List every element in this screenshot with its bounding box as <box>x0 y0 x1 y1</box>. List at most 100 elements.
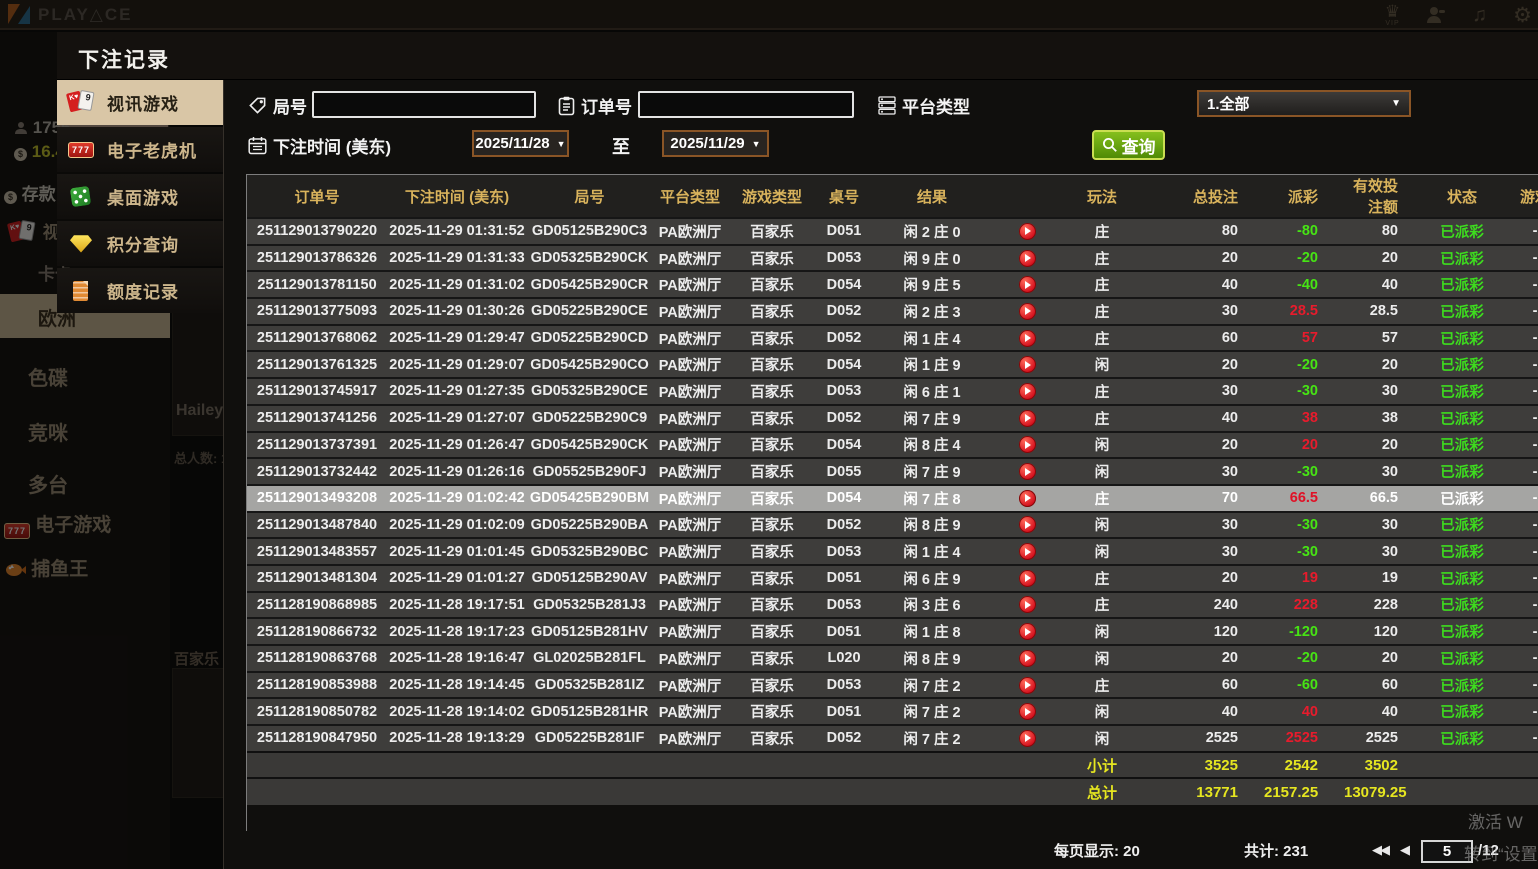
table-row[interactable]: 2511290134878402025-11-29 01:02:09GD0522… <box>247 512 1538 539</box>
replay-icon[interactable] <box>1019 276 1036 293</box>
prev-page-button[interactable]: ◀ <box>1400 842 1410 858</box>
table-cell: GD05325B290CE <box>527 378 652 405</box>
replay-icon[interactable] <box>1019 223 1036 240</box>
table-cell: 已派彩 <box>1424 485 1500 512</box>
first-page-button[interactable]: ◀◀ <box>1372 842 1388 858</box>
table-cell: D051 <box>816 565 872 592</box>
table-row[interactable]: 2511281908539882025-11-28 19:14:45GD0532… <box>247 672 1538 699</box>
replay-icon[interactable] <box>1019 463 1036 480</box>
table-cell: 28.5 <box>1264 298 1344 325</box>
subtotal-row: 小计352525423502 <box>247 752 1538 779</box>
table-cell: 2525 <box>1264 725 1344 752</box>
round-no-input[interactable] <box>312 91 536 118</box>
table-cell: 251129013790220 <box>247 218 387 245</box>
subtotal-cell <box>652 752 728 779</box>
table-cell: D053 <box>816 378 872 405</box>
table-row[interactable]: 2511290134835572025-11-29 01:01:45GD0532… <box>247 538 1538 565</box>
replay-icon[interactable] <box>1019 650 1036 667</box>
replay-icon[interactable] <box>1019 703 1036 720</box>
replay-icon[interactable] <box>1019 543 1036 560</box>
column-header: 派彩 <box>1264 175 1344 218</box>
table-cell: -30 <box>1264 378 1344 405</box>
table-cell: 40 <box>1142 698 1264 725</box>
table-row[interactable]: 2511290137613252025-11-29 01:29:07GD0542… <box>247 351 1538 378</box>
table-row[interactable]: 2511281908689852025-11-28 19:17:51GD0532… <box>247 592 1538 619</box>
table-cell: 已派彩 <box>1424 271 1500 298</box>
table-cell: GD05525B290FJ <box>527 458 652 485</box>
table-cell: 240 <box>1142 592 1264 619</box>
table-cell: - <box>1500 565 1538 592</box>
replay-icon[interactable] <box>1019 677 1036 694</box>
replay-icon[interactable] <box>1019 596 1036 613</box>
table-row[interactable]: 2511290134932082025-11-29 01:02:42GD0542… <box>247 485 1538 512</box>
table-row[interactable]: 2511290137412562025-11-29 01:27:07GD0522… <box>247 405 1538 432</box>
replay-icon[interactable] <box>1019 436 1036 453</box>
sidebar-item-slots[interactable]: 777 电子老虎机 <box>57 127 223 172</box>
table-cell: 闲 <box>1062 645 1142 672</box>
table-header-row: 订单号下注时间 (美东)局号平台类型游戏类型桌号结果玩法总投注派彩有效投注额状态… <box>247 175 1538 218</box>
table-cell: 百家乐 <box>728 618 816 645</box>
replay-icon[interactable] <box>1019 730 1036 747</box>
table-cell: D052 <box>816 512 872 539</box>
replay-icon[interactable] <box>1019 490 1036 507</box>
table-row[interactable]: 2511290137459172025-11-29 01:27:35GD0532… <box>247 378 1538 405</box>
table-cell: 20 <box>1344 645 1424 672</box>
date-from-picker[interactable]: 2025/11/28▼ <box>472 130 569 157</box>
table-cell: 闲 1 庄 4 <box>872 538 992 565</box>
table-cell: 38 <box>1344 405 1424 432</box>
table-cell: 66.5 <box>1264 485 1344 512</box>
replay-icon[interactable] <box>1019 330 1036 347</box>
table-row[interactable]: 2511290137750932025-11-29 01:30:26GD0522… <box>247 298 1538 325</box>
table-cell: 38 <box>1264 405 1344 432</box>
table-row[interactable]: 2511290137811502025-11-29 01:31:02GD0542… <box>247 271 1538 298</box>
sidebar-item-points-query[interactable]: 积分查询 <box>57 221 223 266</box>
replay-icon[interactable] <box>1019 383 1036 400</box>
table-row[interactable]: 2511290137902202025-11-29 01:31:52GD0512… <box>247 218 1538 245</box>
date-to-picker[interactable]: 2025/11/29▼ <box>662 130 769 157</box>
replay-icon[interactable] <box>1019 356 1036 373</box>
search-button[interactable]: 查询 <box>1092 130 1165 160</box>
table-row[interactable]: 2511281908667322025-11-28 19:17:23GD0512… <box>247 618 1538 645</box>
table-cell: D053 <box>816 592 872 619</box>
table-cell: 闲 <box>1062 432 1142 459</box>
replay-icon[interactable] <box>1019 516 1036 533</box>
table-cell: PA欧洲厅 <box>652 378 728 405</box>
table-row[interactable]: 2511290137324422025-11-29 01:26:16GD0552… <box>247 458 1538 485</box>
table-cell: 20 <box>1142 645 1264 672</box>
table-cell: 百家乐 <box>728 271 816 298</box>
replay-icon[interactable] <box>1019 623 1036 640</box>
table-cell: - <box>1500 351 1538 378</box>
platform-type-select[interactable]: 1.全部 ▼ <box>1197 90 1411 117</box>
replay-icon[interactable] <box>1019 570 1036 587</box>
dice-icon <box>67 184 97 210</box>
table-cell: 19 <box>1344 565 1424 592</box>
table-cell: 2025-11-29 01:01:27 <box>387 565 527 592</box>
sidebar-item-table-games[interactable]: 桌面游戏 <box>57 174 223 219</box>
table-cell: 已派彩 <box>1424 245 1500 272</box>
result-cell <box>992 592 1062 619</box>
table-cell: D054 <box>816 485 872 512</box>
table-row[interactable]: 2511281908507822025-11-28 19:14:02GD0512… <box>247 698 1538 725</box>
table-row[interactable]: 2511281908637682025-11-28 19:16:47GL0202… <box>247 645 1538 672</box>
sidebar-item-quota-records[interactable]: 额度记录 <box>57 268 223 313</box>
sidebar-item-video-games[interactable]: K♥9 视讯游戏 <box>57 80 223 125</box>
subtotal-cell: 3525 <box>1142 752 1264 779</box>
subtotal-cell: 2542 <box>1264 752 1344 779</box>
table-cell: 30 <box>1142 378 1264 405</box>
table-row[interactable]: 2511290137373912025-11-29 01:26:47GD0542… <box>247 432 1538 459</box>
table-cell: 闲 6 庄 1 <box>872 378 992 405</box>
table-cell: 庄 <box>1062 672 1142 699</box>
table-cell: 20 <box>1142 565 1264 592</box>
table-row[interactable]: 2511290137680622025-11-29 01:29:47GD0522… <box>247 325 1538 352</box>
table-row[interactable]: 2511290137863262025-11-29 01:31:33GD0532… <box>247 245 1538 272</box>
replay-icon[interactable] <box>1019 410 1036 427</box>
table-row[interactable]: 2511281908479502025-11-28 19:13:29GD0522… <box>247 725 1538 752</box>
table-cell: 2025-11-29 01:26:47 <box>387 432 527 459</box>
replay-icon[interactable] <box>1019 250 1036 267</box>
table-cell: 251129013493208 <box>247 485 387 512</box>
table-cell: PA欧洲厅 <box>652 218 728 245</box>
replay-icon[interactable] <box>1019 303 1036 320</box>
table-cell: 2025-11-29 01:31:02 <box>387 271 527 298</box>
table-row[interactable]: 2511290134813042025-11-29 01:01:27GD0512… <box>247 565 1538 592</box>
order-no-input[interactable] <box>638 91 854 118</box>
